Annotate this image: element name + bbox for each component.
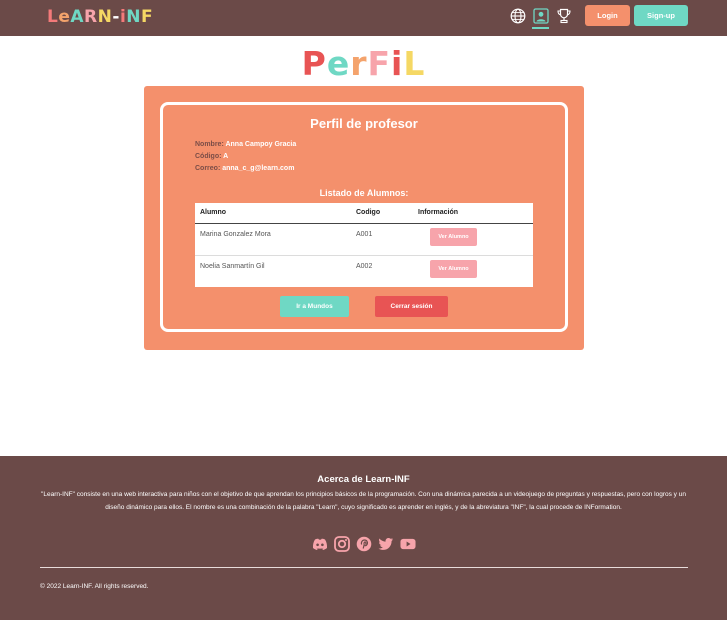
twitter-icon[interactable] — [378, 536, 394, 552]
profile-icon[interactable] — [532, 7, 549, 29]
title-letter: L — [403, 44, 426, 83]
social-links — [312, 536, 416, 552]
logo-letter: A — [70, 7, 85, 27]
logo-letter: R — [84, 7, 98, 27]
instagram-icon[interactable] — [334, 536, 350, 552]
title-letter: F — [367, 44, 392, 83]
title-letter: r — [350, 44, 368, 83]
column-header-codigo: Codigo — [356, 209, 381, 216]
view-student-button[interactable]: Ver Alumno — [430, 260, 477, 278]
discord-icon[interactable] — [312, 536, 328, 552]
column-header-informacion: Información — [418, 209, 459, 216]
footer: Acerca de Learn-INF "Learn-INF" consiste… — [0, 456, 727, 620]
table-row: Marina Gonzalez Mora A001 Ver Alumno — [195, 224, 533, 256]
view-student-button[interactable]: Ver Alumno — [430, 228, 477, 246]
logo-letter: e — [58, 7, 71, 27]
name-label: Nombre: — [195, 141, 224, 148]
student-code: A001 — [356, 231, 373, 238]
name-value: Anna Campoy Gracia — [225, 141, 297, 148]
trophy-icon[interactable] — [555, 7, 572, 24]
globe-icon[interactable] — [509, 7, 526, 24]
email-label: Correo: — [195, 165, 221, 172]
go-to-worlds-button[interactable]: Ir a Mundos — [280, 296, 349, 317]
teacher-name: Nombre: Anna Campoy Gracia — [195, 141, 296, 148]
footer-title: Acerca de Learn-INF — [317, 474, 410, 485]
copyright-text: © 2022 Learn-INF. All rights reserved. — [40, 583, 149, 590]
students-list-title: Listado de Alumnos: — [319, 188, 409, 198]
title-letter: P — [301, 44, 327, 83]
logo-letter: N — [126, 7, 141, 27]
column-header-alumno: Alumno — [200, 209, 227, 216]
signup-button[interactable]: Sign-up — [634, 5, 688, 26]
login-button[interactable]: Login — [585, 5, 630, 26]
student-code: A002 — [356, 263, 373, 270]
logo-letter: F — [141, 7, 154, 27]
student-name: Noelia Sanmartín Gil — [200, 263, 265, 270]
logout-button[interactable]: Cerrar sesión — [375, 296, 448, 317]
footer-divider — [40, 567, 688, 568]
teacher-email: Correo: anna_c_g@learn.com — [195, 165, 294, 172]
table-header: Alumno Codigo Información — [195, 203, 533, 224]
youtube-icon[interactable] — [400, 536, 416, 552]
title-letter: i — [391, 44, 404, 83]
table-row: Noelia Sanmartín Gil A002 Ver Alumno — [195, 256, 533, 288]
footer-description: "Learn-INF" consiste en una web interact… — [41, 491, 686, 511]
nav-icons — [509, 7, 572, 29]
logo-letter: L — [47, 7, 59, 27]
logo-letter: - — [112, 7, 120, 27]
pinterest-icon[interactable] — [356, 536, 372, 552]
code-value: A — [223, 153, 229, 160]
logo[interactable]: LeARN-iNF — [47, 7, 153, 27]
email-value: anna_c_g@learn.com — [222, 165, 295, 172]
student-name: Marina Gonzalez Mora — [200, 231, 271, 238]
logo-letter: N — [97, 7, 113, 27]
page-title: PerFiL — [0, 44, 727, 83]
title-letter: e — [326, 44, 351, 83]
profile-heading: Perfil de profesor — [310, 116, 418, 131]
teacher-code: Código: A — [195, 153, 228, 160]
top-navbar: LeARN-iNF Login Sign-up — [0, 0, 727, 36]
students-table: Alumno Codigo Información Marina Gonzale… — [195, 203, 533, 287]
code-label: Código: — [195, 153, 222, 160]
